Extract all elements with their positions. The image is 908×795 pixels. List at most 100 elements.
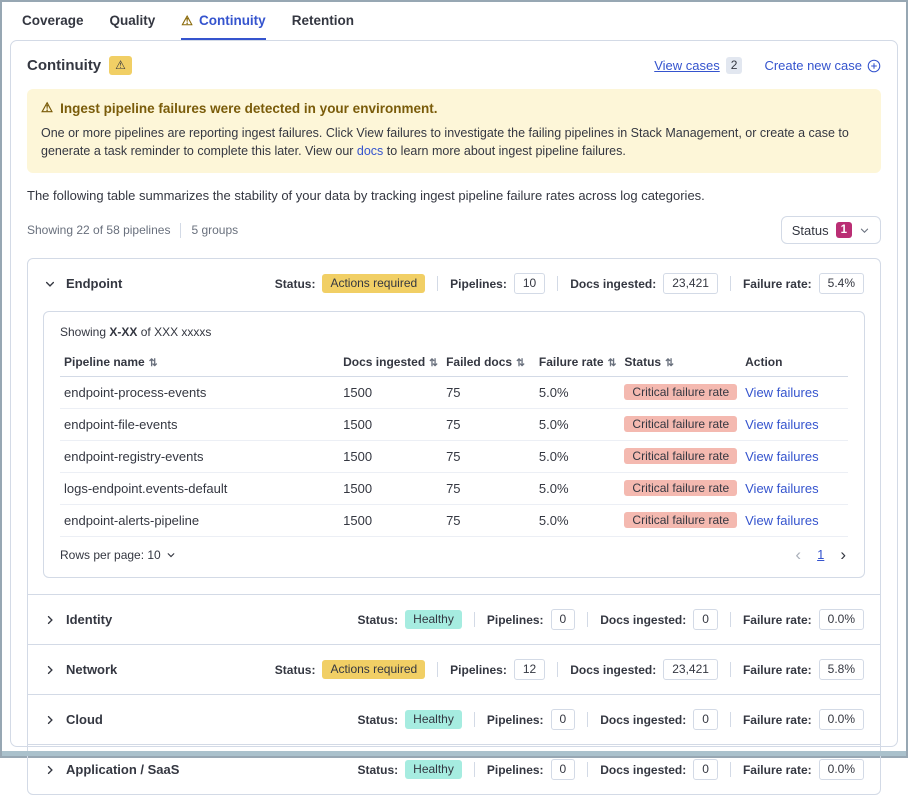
- table-showing-text: Showing X-XX of XXX xxxxs: [60, 325, 848, 339]
- create-case-label[interactable]: Create new case: [764, 58, 862, 73]
- view-failures-link[interactable]: View failures: [745, 417, 818, 432]
- callout-body: One or more pipelines are reporting inge…: [41, 124, 867, 160]
- divider: [730, 662, 731, 677]
- failure-rate-value: 5.8%: [819, 659, 864, 680]
- chevron-down-icon[interactable]: [44, 278, 56, 290]
- showing-suffix: of XXX xxxxs: [137, 325, 211, 339]
- group-network-stats: Status:Actions required Pipelines:12 Doc…: [275, 659, 864, 680]
- status-cell: Critical failure rate: [620, 441, 741, 473]
- group-name: Identity: [66, 612, 112, 627]
- pipelines-count: 0: [551, 759, 576, 780]
- action-cell: View failures: [741, 441, 848, 473]
- failure-rate-value: 5.4%: [819, 273, 864, 294]
- showing-range: X-XX: [109, 325, 137, 339]
- group-name: Endpoint: [66, 276, 122, 291]
- view-failures-link[interactable]: View failures: [745, 481, 818, 496]
- chevron-right-icon[interactable]: [44, 764, 56, 776]
- status-badge: Actions required: [322, 660, 425, 679]
- view-cases-link[interactable]: View cases 2: [654, 57, 742, 74]
- sort-header-pipeline-name[interactable]: Pipeline name⇅: [60, 349, 339, 377]
- divider: [474, 712, 475, 727]
- action-cell: View failures: [741, 473, 848, 505]
- action-cell: View failures: [741, 505, 848, 537]
- sort-icon: ⇅: [149, 357, 158, 369]
- sort-header-failed-docs[interactable]: Failed docs⇅: [442, 349, 535, 377]
- warning-callout: ⚠ Ingest pipeline failures were detected…: [27, 89, 881, 173]
- divider: [474, 762, 475, 777]
- chevron-right-icon[interactable]: [44, 714, 56, 726]
- sort-header-docs-ingested[interactable]: Docs ingested⇅: [339, 349, 442, 377]
- app-screen: Coverage Quality ⚠ Continuity Retention …: [0, 0, 908, 758]
- status-badge: Healthy: [405, 760, 462, 779]
- status-label: Status:: [275, 663, 316, 677]
- pipeline-name-cell: endpoint-file-events: [60, 409, 339, 441]
- docs-ingested-cell: 1500: [339, 377, 442, 409]
- group-cloud-header[interactable]: Cloud Status:Healthy Pipelines:0 Docs in…: [28, 695, 880, 744]
- failure-rate-cell: 5.0%: [535, 377, 621, 409]
- rows-per-page-label: Rows per page: 10: [60, 548, 161, 562]
- view-failures-link[interactable]: View failures: [745, 385, 818, 400]
- tab-retention[interactable]: Retention: [292, 12, 354, 40]
- plus-in-circle-icon: [867, 59, 881, 73]
- divider: [557, 662, 558, 677]
- sort-header-status[interactable]: Status⇅: [620, 349, 741, 377]
- group-application-saas-stats: Status:Healthy Pipelines:0 Docs ingested…: [358, 759, 865, 780]
- sort-header-failure-rate[interactable]: Failure rate⇅: [535, 349, 621, 377]
- tab-retention-label: Retention: [292, 13, 354, 28]
- rows-per-page-button[interactable]: Rows per page: 10: [60, 548, 176, 562]
- status-filter-count-badge: 1: [836, 222, 852, 238]
- page-title: Continuity: [27, 57, 101, 74]
- docs-link[interactable]: docs: [357, 144, 383, 158]
- group-identity: Identity Status:Healthy Pipelines:0 Docs…: [28, 594, 880, 644]
- failed-docs-cell: 75: [442, 377, 535, 409]
- table-header-row: Pipeline name⇅ Docs ingested⇅ Failed doc…: [60, 349, 848, 377]
- previous-page-button[interactable]: ‹: [793, 546, 803, 563]
- group-identity-header[interactable]: Identity Status:Healthy Pipelines:0 Docs…: [28, 595, 880, 644]
- next-page-button[interactable]: ›: [838, 546, 848, 563]
- create-new-case-link[interactable]: Create new case: [764, 58, 881, 73]
- status-badge: Critical failure rate: [624, 448, 737, 464]
- failure-rate-cell: 5.0%: [535, 505, 621, 537]
- group-network-header[interactable]: Network Status:Actions required Pipeline…: [28, 645, 880, 694]
- group-endpoint: Endpoint Status: Actions required Pipelin…: [28, 259, 880, 578]
- group-endpoint-header[interactable]: Endpoint Status:Actions required Pipelin…: [28, 259, 880, 308]
- warning-badge: ⚠: [109, 56, 132, 75]
- status-cell: Critical failure rate: [620, 473, 741, 505]
- group-name: Cloud: [66, 712, 103, 727]
- divider: [587, 712, 588, 727]
- pagination: ‹ 1 ›: [793, 546, 848, 563]
- continuity-panel: Continuity ⚠ View cases 2 Create new cas…: [10, 40, 898, 747]
- pipeline-name-cell: logs-endpoint.events-default: [60, 473, 339, 505]
- view-failures-link[interactable]: View failures: [745, 513, 818, 528]
- view-failures-link[interactable]: View failures: [745, 449, 818, 464]
- status-cell: Critical failure rate: [620, 377, 741, 409]
- pipeline-name-cell: endpoint-alerts-pipeline: [60, 505, 339, 537]
- status-cell: Critical failure rate: [620, 409, 741, 441]
- divider: [587, 762, 588, 777]
- docs-ingested-label: Docs ingested:: [600, 613, 686, 627]
- tab-coverage[interactable]: Coverage: [22, 12, 84, 40]
- page-number-1[interactable]: 1: [817, 547, 824, 562]
- status-label: Status:: [275, 277, 316, 291]
- docs-ingested-cell: 1500: [339, 473, 442, 505]
- tab-coverage-label: Coverage: [22, 13, 84, 28]
- tab-quality[interactable]: Quality: [110, 12, 156, 40]
- table-row: endpoint-process-events 1500 75 5.0% Cri…: [60, 377, 848, 409]
- pipeline-name-cell: endpoint-registry-events: [60, 441, 339, 473]
- chevron-right-icon[interactable]: [44, 614, 56, 626]
- tab-continuity[interactable]: ⚠ Continuity: [181, 12, 265, 40]
- group-identity-stats: Status:Healthy Pipelines:0 Docs ingested…: [358, 609, 865, 630]
- pipelines-label: Pipelines:: [487, 763, 544, 777]
- group-name: Network: [66, 662, 117, 677]
- view-cases-count-badge: 2: [726, 57, 743, 74]
- group-cloud-stats: Status:Healthy Pipelines:0 Docs ingested…: [358, 709, 865, 730]
- status-badge: Actions required: [322, 274, 425, 293]
- view-cases-label[interactable]: View cases: [654, 58, 720, 73]
- docs-ingested-count: 23,421: [663, 273, 718, 294]
- failure-rate-label: Failure rate:: [743, 663, 812, 677]
- pipelines-label: Pipelines:: [487, 613, 544, 627]
- failure-rate-value: 0.0%: [819, 759, 864, 780]
- status-filter-button[interactable]: Status 1: [781, 216, 881, 244]
- chevron-right-icon[interactable]: [44, 664, 56, 676]
- pipelines-table: Pipeline name⇅ Docs ingested⇅ Failed doc…: [60, 349, 848, 537]
